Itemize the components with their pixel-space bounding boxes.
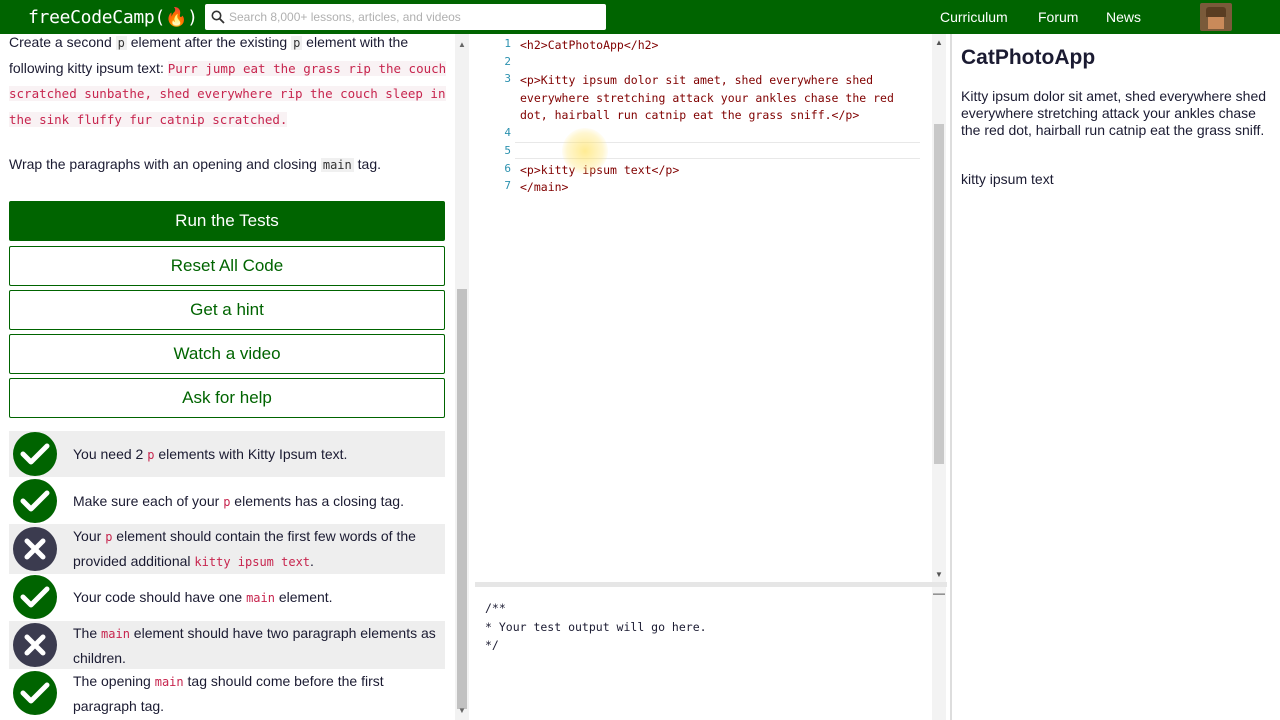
cross-icon xyxy=(13,623,57,667)
test-code: main xyxy=(246,591,275,605)
test-output-panel: /** * Your test output will go here. */ xyxy=(475,587,947,720)
reset-code-button[interactable]: Reset All Code xyxy=(9,246,445,286)
test-text: You need 2 xyxy=(73,446,148,462)
cross-icon xyxy=(13,527,57,571)
preview-title: CatPhotoApp xyxy=(961,46,1096,69)
desc-text: element after the existing xyxy=(126,34,292,50)
watch-video-button[interactable]: Watch a video xyxy=(9,334,445,374)
collapse-icon[interactable]: — xyxy=(933,587,945,601)
test-text: . xyxy=(310,553,314,569)
test-text: The opening xyxy=(73,673,155,689)
test-text: Your xyxy=(73,528,106,544)
desc-text: Create a second xyxy=(9,34,116,50)
test-code: main xyxy=(101,627,130,641)
nav-forum-link[interactable]: Forum xyxy=(1038,9,1078,25)
run-tests-button[interactable]: Run the Tests xyxy=(9,201,445,241)
preview-paragraph: kitty ipsum text xyxy=(961,171,1054,187)
preview-pane: CatPhotoApp Kitty ipsum dolor sit amet, … xyxy=(950,34,1280,720)
line-number: 6 xyxy=(504,162,511,175)
test-code: main xyxy=(154,675,184,689)
line-number: 4 xyxy=(504,126,511,139)
line-code[interactable]: </main> xyxy=(520,179,918,197)
user-avatar[interactable] xyxy=(1200,3,1232,31)
check-icon xyxy=(13,479,57,523)
nav-curriculum-link[interactable]: Curriculum xyxy=(940,9,1008,25)
ask-help-button[interactable]: Ask for help xyxy=(9,378,445,418)
check-icon xyxy=(13,575,57,619)
scroll-down-icon[interactable]: ▼ xyxy=(455,704,469,718)
test-text: element. xyxy=(274,589,333,605)
scrollbar-thumb[interactable] xyxy=(934,124,944,464)
desc-text: tag. xyxy=(353,156,381,172)
scroll-up-icon[interactable]: ▲ xyxy=(932,36,946,50)
instructions-scrollbar[interactable]: ▲ ▼ xyxy=(455,34,469,720)
test-text: elements has a closing tag. xyxy=(230,493,404,509)
check-icon xyxy=(13,432,57,476)
line-number: 2 xyxy=(504,55,511,68)
desc-text: Wrap the paragraphs with an opening and … xyxy=(9,156,321,172)
search-input[interactable] xyxy=(229,10,589,24)
scroll-up-icon[interactable]: ▲ xyxy=(455,38,469,52)
test-code: kitty ipsum text xyxy=(194,555,311,569)
instructions-pane: Create a second p element after the exis… xyxy=(0,34,454,720)
search-icon xyxy=(211,10,225,24)
test-item: Make sure each of your p elements has a … xyxy=(9,478,445,524)
get-hint-button[interactable]: Get a hint xyxy=(9,290,445,330)
line-number: 7 xyxy=(504,179,511,192)
desc-code: p xyxy=(115,36,127,50)
test-text: Make sure each of your xyxy=(73,493,224,509)
navbar: freeCodeCamp(🔥) Curriculum Forum News xyxy=(0,0,1280,34)
scrollbar-thumb[interactable] xyxy=(457,289,467,709)
desc-code: main xyxy=(320,158,354,172)
test-item: Your p element should contain the first … xyxy=(9,524,445,574)
output-scrollbar[interactable]: — xyxy=(932,587,946,720)
test-item: You need 2 p elements with Kitty Ipsum t… xyxy=(9,431,445,477)
preview-paragraph: Kitty ipsum dolor sit amet, shed everywh… xyxy=(961,88,1267,138)
output-line: /** xyxy=(485,601,506,615)
line-code[interactable]: <p>Kitty ipsum dolor sit amet, shed ever… xyxy=(520,72,918,125)
check-icon xyxy=(13,671,57,715)
line-number: 5 xyxy=(504,144,511,157)
search-bar[interactable] xyxy=(205,4,606,30)
line-number: 3 xyxy=(504,72,511,85)
freecodecamp-logo[interactable]: freeCodeCamp(🔥) xyxy=(28,7,198,28)
code-editor[interactable]: 1 <h2>CatPhotoApp</h2> 2 3 <p>Kitty ipsum … xyxy=(475,34,947,582)
test-item: The main element should have two paragra… xyxy=(9,621,445,669)
line-number: 1 xyxy=(504,37,511,50)
editor-scrollbar[interactable]: ▲ ▼ xyxy=(932,34,946,582)
output-line: * Your test output will go here. xyxy=(485,620,707,634)
nav-news-link[interactable]: News xyxy=(1106,9,1141,25)
test-item: Your code should have one main element. xyxy=(9,574,445,620)
test-item: The opening main tag should come before … xyxy=(9,669,445,717)
output-line: */ xyxy=(485,638,499,652)
test-text: elements with Kitty Ipsum text. xyxy=(154,446,348,462)
desc-code: p xyxy=(291,36,303,50)
line-code[interactable]: <h2>CatPhotoApp</h2> xyxy=(520,37,918,55)
scroll-down-icon[interactable]: ▼ xyxy=(932,568,946,582)
test-text: The xyxy=(73,625,102,641)
cursor-highlight xyxy=(562,128,608,174)
test-text: Your code should have one xyxy=(73,589,247,605)
